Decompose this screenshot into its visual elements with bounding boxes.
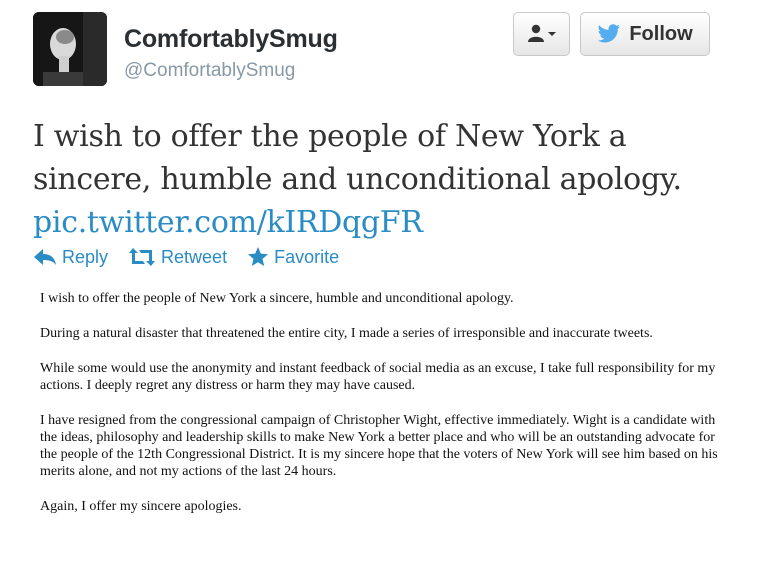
follow-button[interactable]: Follow [580,12,710,56]
tweet-actions: Reply Retweet Favorite [33,244,359,270]
twitter-bird-icon [597,24,621,43]
reply-label: Reply [62,246,109,267]
avatar[interactable] [33,12,107,86]
star-icon [248,247,269,266]
retweet-action[interactable]: Retweet [128,247,227,268]
favorite-action[interactable]: Favorite [247,246,339,268]
tweet-header: ComfortablySmug @ComfortablySmug Follow [33,12,713,92]
avatar-image [33,12,107,86]
tweet-text-line: I wish to offer the people of New York a [33,119,627,154]
tweet-text: I wish to offer the people of New York a… [33,115,733,244]
user-actions-button[interactable] [513,12,570,56]
user-info: ComfortablySmug @ComfortablySmug [124,24,338,84]
statement-paragraph: I wish to offer the people of New York a… [40,291,514,306]
statement-paragraph: During a natural disaster that threatene… [40,326,653,341]
reply-arrow-icon [34,249,56,265]
display-name[interactable]: ComfortablySmug [124,24,338,54]
user-handle[interactable]: @ComfortablySmug [124,58,338,84]
statement-image[interactable]: I wish to offer the people of New York a… [40,290,730,533]
retweet-label: Retweet [161,246,228,267]
favorite-label: Favorite [274,246,340,267]
reply-action[interactable]: Reply [33,247,108,268]
retweet-icon [129,248,156,266]
statement-paragraph: I have resigned from the congressional c… [40,413,718,479]
tweet-text-line: sincere, humble and unconditional apolog… [33,162,682,197]
statement-paragraph: Again, I offer my sincere apologies. [40,499,242,514]
statement-paragraph: While some would use the anonymity and i… [40,361,716,393]
tweet-media-link[interactable]: pic.twitter.com/kIRDqgFR [33,201,733,244]
follow-label: Follow [629,22,693,45]
person-dropdown-icon [527,24,556,42]
